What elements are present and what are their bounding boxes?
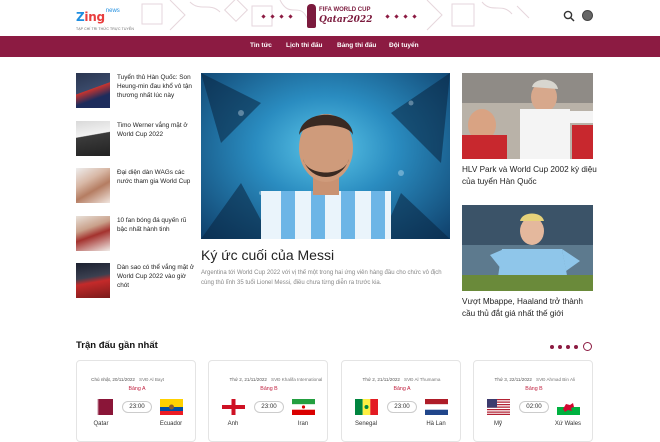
flag-netherlands-icon	[425, 399, 448, 415]
world-cup-logo[interactable]: FIFA WORLD CUP Qatar2022	[307, 4, 377, 32]
match-date: Thứ 2, 21/11/2022	[229, 377, 267, 382]
team-home: Anh	[227, 421, 239, 427]
match-card[interactable]: Chủ nhật, 20/11/2022 SVĐ Al Bayt Bảng A …	[76, 360, 196, 442]
match-time: 23:00	[254, 401, 284, 413]
article-title[interactable]: 10 fan bóng đá quyến rũ bậc nhất hành ti…	[117, 216, 196, 234]
match-time: 02:00	[519, 401, 549, 413]
flag-iran-icon	[292, 399, 315, 415]
right-card-image[interactable]	[462, 205, 593, 291]
match-group: Bảng B	[260, 386, 278, 392]
main-nav: Tin tức Lịch thi đấu Bảng thi đấu Đội tu…	[0, 36, 660, 57]
team-away: Ecuador	[159, 421, 183, 427]
carousel-dots	[548, 342, 594, 352]
feature-image-art	[201, 73, 450, 239]
nav-item-doi-tuyen[interactable]: Đội tuyển	[389, 42, 419, 49]
team-away: Hà Lan	[426, 421, 446, 427]
feature-image[interactable]	[201, 73, 450, 239]
top-header: Zingnews TẠP CHÍ TRI THỨC TRỰC TUYẾN FIF…	[0, 0, 660, 36]
carousel-next-icon[interactable]	[583, 342, 592, 351]
football-icon[interactable]	[582, 10, 593, 21]
flag-usa-icon	[487, 399, 510, 415]
list-item[interactable]: Timo Werner vắng mặt ở World Cup 2022	[76, 121, 196, 157]
right-card-title[interactable]: HLV Park và World Cup 2002 kỳ diệu của t…	[462, 164, 597, 188]
match-time: 23:00	[122, 401, 152, 413]
team-home: Qatar	[93, 421, 109, 427]
article-thumbnail[interactable]	[76, 168, 110, 203]
flag-ecuador-icon	[160, 399, 183, 415]
carousel-dot[interactable]	[566, 345, 570, 349]
match-group: Bảng A	[128, 386, 146, 392]
list-item[interactable]: Đại diện dàn WAGs các nước tham gia Worl…	[76, 168, 196, 204]
nav-item-bang-thi-dau[interactable]: Bảng thi đấu	[337, 42, 376, 49]
list-item[interactable]: 10 fan bóng đá quyến rũ bậc nhất hành ti…	[76, 216, 196, 252]
logo-wordmark: Zing	[76, 10, 105, 24]
article-title[interactable]: Tuyển thủ Hàn Quốc: Son Heung-min đau kh…	[117, 73, 196, 100]
flag-senegal-icon	[355, 399, 378, 415]
match-card[interactable]: Thứ 2, 21/11/2022 SVĐ Khalifa Internatio…	[208, 360, 328, 442]
article-thumbnail[interactable]	[76, 73, 110, 108]
match-venue: SVĐ Al Thumama	[404, 377, 441, 382]
right-card-image[interactable]	[462, 73, 593, 159]
right-card-image-art	[462, 205, 593, 291]
match-card[interactable]: Thứ 2, 21/11/2022 SVĐ Al Thumama Bảng A …	[341, 360, 461, 442]
carousel-dot[interactable]	[574, 345, 578, 349]
article-title[interactable]: Timo Werner vắng mặt ở World Cup 2022	[117, 121, 196, 139]
world-cup-logo-subtitle: Qatar2022	[319, 15, 373, 25]
match-time: 23:00	[387, 401, 417, 413]
list-item[interactable]: Tuyển thủ Hàn Quốc: Son Heung-min đau kh…	[76, 73, 196, 109]
header-pattern-left	[141, 0, 309, 31]
feature-description: Argentina tới World Cup 2022 với vị thế …	[201, 270, 442, 286]
team-home: Mỹ	[494, 421, 502, 427]
logo-news-label: news	[105, 8, 120, 14]
match-group: Bảng A	[393, 386, 411, 392]
team-away: Iran	[297, 421, 309, 427]
match-card[interactable]: Thứ 3, 22/11/2022 SVĐ Ahmad Bin Ali Bảng…	[473, 360, 593, 442]
world-cup-logo-title: FIFA WORLD CUP	[319, 7, 371, 13]
header-pattern-right	[385, 0, 530, 31]
match-group: Bảng B	[525, 386, 543, 392]
article-thumbnail[interactable]	[76, 263, 110, 298]
article-thumbnail[interactable]	[76, 121, 110, 156]
flag-england-icon	[222, 399, 245, 415]
nav-item-tin-tuc[interactable]: Tin tức	[250, 42, 272, 49]
article-title[interactable]: Đại diện dàn WAGs các nước tham gia Worl…	[117, 168, 196, 186]
right-card-image-art	[462, 73, 593, 159]
world-cup-emblem-icon	[307, 4, 316, 28]
logo-tagline: TẠP CHÍ TRI THỨC TRỰC TUYẾN	[76, 27, 134, 31]
zing-news-logo[interactable]: Zingnews TẠP CHÍ TRI THỨC TRỰC TUYẾN	[76, 8, 134, 31]
match-date: Chủ nhật, 20/11/2022	[91, 377, 135, 382]
match-date: Thứ 3, 22/11/2022	[494, 377, 532, 382]
feature-title[interactable]: Ký ức cuối của Messi	[201, 247, 334, 263]
carousel-dot[interactable]	[558, 345, 562, 349]
team-away: Xứ Wales	[554, 421, 582, 427]
flag-qatar-icon	[90, 399, 113, 415]
flag-wales-icon	[557, 399, 580, 415]
list-item[interactable]: Dàn sao có thể vắng mặt ở World Cup 2022…	[76, 263, 196, 299]
right-card-title[interactable]: Vượt Mbappe, Haaland trở thành cầu thủ đ…	[462, 296, 597, 320]
carousel-dot[interactable]	[550, 345, 554, 349]
match-date: Thứ 2, 21/11/2022	[362, 377, 400, 382]
article-title[interactable]: Dàn sao có thể vắng mặt ở World Cup 2022…	[117, 263, 196, 290]
match-venue: SVĐ Khalifa International	[271, 377, 323, 382]
match-venue: SVĐ Ahmad Bin Ali	[536, 377, 576, 382]
nav-item-lich-thi-dau[interactable]: Lịch thi đấu	[286, 42, 322, 49]
match-venue: SVĐ Al Bayt	[139, 377, 165, 382]
article-thumbnail[interactable]	[76, 216, 110, 251]
team-home: Senegal	[354, 421, 378, 427]
search-icon[interactable]	[563, 10, 575, 22]
section-title: Trận đấu gần nhất	[76, 340, 158, 351]
